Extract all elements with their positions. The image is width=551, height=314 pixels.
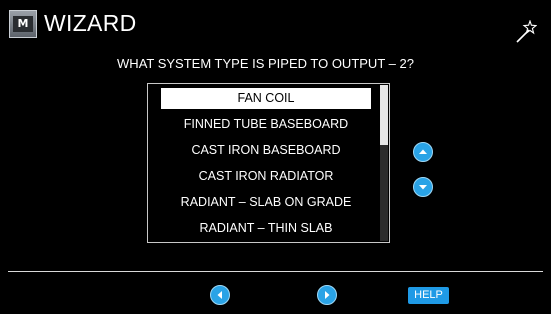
back-button[interactable] [210, 285, 230, 305]
app-icon: M [9, 10, 37, 38]
magic-wand-icon[interactable] [515, 19, 538, 44]
arrow-left-icon [217, 291, 222, 299]
list-item-finned-tube-baseboard[interactable]: FINNED TUBE BASEBOARD [161, 114, 371, 135]
system-type-list[interactable]: FAN COIL FINNED TUBE BASEBOARD CAST IRON… [147, 83, 390, 243]
app-icon-label: M [13, 16, 33, 32]
page-title: WIZARD [44, 10, 137, 36]
help-button[interactable]: HELP [408, 287, 449, 304]
list-item-cast-iron-radiator[interactable]: CAST IRON RADIATOR [161, 166, 371, 187]
wizard-question: WHAT SYSTEM TYPE IS PIPED TO OUTPUT – 2? [117, 56, 414, 71]
list-item-radiant-slab-on-grade[interactable]: RADIANT – SLAB ON GRADE [161, 192, 371, 213]
next-button[interactable] [317, 285, 337, 305]
wizard-header: M WIZARD [0, 0, 551, 44]
list-item-cast-iron-baseboard[interactable]: CAST IRON BASEBOARD [161, 140, 371, 161]
arrow-right-icon [325, 291, 330, 299]
arrow-down-icon [419, 185, 427, 190]
scroll-up-button[interactable] [413, 142, 433, 162]
list-item-fan-coil[interactable]: FAN COIL [161, 88, 371, 109]
arrow-up-icon [419, 149, 427, 154]
list-scrollbar-thumb[interactable] [380, 85, 388, 145]
footer-divider [8, 271, 543, 272]
scroll-down-button[interactable] [413, 177, 433, 197]
list-item-radiant-thin-slab[interactable]: RADIANT – THIN SLAB [161, 218, 371, 239]
list-scrollbar[interactable] [380, 85, 388, 241]
